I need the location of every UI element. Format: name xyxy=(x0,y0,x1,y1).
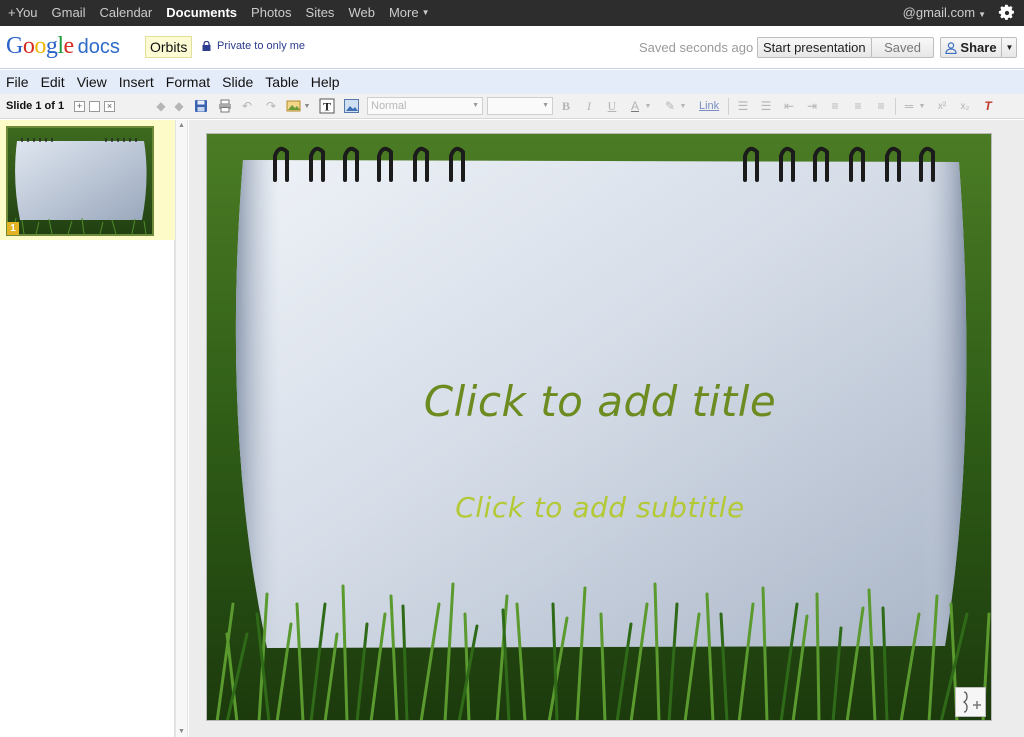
highlight-dropdown-icon[interactable]: ▼ xyxy=(678,97,688,115)
caret-down-icon: ▼ xyxy=(978,10,986,19)
image-icon[interactable] xyxy=(342,97,360,115)
redo-icon[interactable]: ↷ xyxy=(262,97,280,115)
share-label: Share xyxy=(960,40,997,55)
print-icon[interactable] xyxy=(216,97,234,115)
menu-format[interactable]: Format xyxy=(160,70,216,94)
nav-sites[interactable]: Sites xyxy=(298,0,341,26)
saved-button[interactable]: Saved xyxy=(871,37,934,58)
toolbar: Slide 1 of 1 + × ◆ ◆ ↶ ↷ ▼ T Normal ▼ ▼ … xyxy=(0,94,1024,119)
logo-docs-word: docs xyxy=(77,36,120,58)
nav-calendar[interactable]: Calendar xyxy=(91,0,158,26)
move-slide-down-icon[interactable]: ◆ xyxy=(170,97,188,115)
duplicate-slide-icon[interactable] xyxy=(89,101,100,112)
slide-number-badge: 1 xyxy=(7,222,19,235)
nav-gmail[interactable]: Gmail xyxy=(44,0,92,26)
slide-background-image xyxy=(207,134,991,720)
nav-more-label: More xyxy=(388,4,419,20)
account-email: @gmail.com xyxy=(902,5,976,20)
line-spacing-icon[interactable]: ═ xyxy=(900,97,918,115)
subscript-icon[interactable]: x₂ xyxy=(956,97,974,115)
delete-slide-icon[interactable]: × xyxy=(104,101,115,112)
nav-documents[interactable]: Documents xyxy=(158,0,243,26)
align-right-icon[interactable]: ≡ xyxy=(872,97,890,115)
nav-photos[interactable]: Photos xyxy=(243,0,297,26)
scroll-down-icon[interactable]: ▼ xyxy=(178,728,185,735)
menu-help[interactable]: Help xyxy=(305,70,346,94)
scroll-up-icon[interactable]: ▲ xyxy=(178,122,185,129)
move-slide-up-icon[interactable]: ◆ xyxy=(152,97,170,115)
privacy-label: Private to only me xyxy=(217,40,306,52)
numbered-list-icon[interactable]: ☰ xyxy=(734,97,752,115)
gear-icon[interactable] xyxy=(998,4,1016,22)
slide-thumbnail-preview xyxy=(8,128,152,234)
italic-icon[interactable]: I xyxy=(580,97,598,115)
docs-header: Google docs Orbits Private to only me Sav… xyxy=(0,26,1024,69)
align-left-icon[interactable]: ≡ xyxy=(826,97,844,115)
menu-insert[interactable]: Insert xyxy=(113,70,160,94)
text-color-icon[interactable]: A xyxy=(626,97,644,115)
bold-icon[interactable]: B xyxy=(557,97,575,115)
highlight-color-icon[interactable]: ✎ xyxy=(661,97,679,115)
paragraph-style-value: Normal xyxy=(371,100,407,112)
slide-title-placeholder[interactable]: Click to add title xyxy=(207,377,991,426)
caret-down-icon: ▼ xyxy=(421,8,430,18)
menu-view[interactable]: View xyxy=(71,70,113,94)
document-title[interactable]: Orbits xyxy=(145,36,193,58)
clear-formatting-icon[interactable]: T xyxy=(979,97,997,115)
insert-image-menu-icon[interactable] xyxy=(285,97,303,115)
google-bar-nav: +You Gmail Calendar Documents Photos Sit… xyxy=(0,0,435,26)
align-center-icon[interactable]: ≡ xyxy=(849,97,867,115)
slide-counter: Slide 1 of 1 xyxy=(6,100,65,112)
new-slide-icon[interactable]: + xyxy=(74,101,85,112)
google-bar: +You Gmail Calendar Documents Photos Sit… xyxy=(0,0,1024,26)
svg-text:T: T xyxy=(323,100,331,114)
superscript-icon[interactable]: x² xyxy=(933,97,951,115)
share-main[interactable]: Share xyxy=(941,38,1001,57)
increase-indent-icon[interactable]: ⇥ xyxy=(803,97,821,115)
insert-dropdown-icon[interactable]: ▼ xyxy=(302,97,312,115)
slide-filmstrip: 1 xyxy=(0,120,175,737)
share-button[interactable]: Share ▼ xyxy=(940,37,1017,58)
speaker-notes-toggle-icon[interactable] xyxy=(955,687,986,717)
bulleted-list-icon[interactable]: ☰ xyxy=(757,97,775,115)
slide-subtitle-placeholder[interactable]: Click to add subtitle xyxy=(207,491,991,524)
paragraph-style-select[interactable]: Normal ▼ xyxy=(367,97,483,115)
privacy-setting[interactable]: Private to only me xyxy=(202,40,305,52)
google-docs-logo[interactable]: Google docs xyxy=(6,33,120,60)
undo-icon[interactable]: ↶ xyxy=(238,97,256,115)
save-status: Saved seconds ago xyxy=(639,40,754,55)
start-presentation-button[interactable]: Start presentation xyxy=(757,37,872,58)
toolbar-divider xyxy=(895,98,896,115)
toolbar-divider xyxy=(728,98,729,115)
decrease-indent-icon[interactable]: ⇤ xyxy=(780,97,798,115)
link-button[interactable]: Link xyxy=(699,100,719,112)
menu-edit[interactable]: Edit xyxy=(35,70,71,94)
nav-more[interactable]: More ▼ xyxy=(381,0,436,26)
font-select[interactable]: ▼ xyxy=(487,97,553,115)
slide-thumbnail[interactable] xyxy=(6,126,154,236)
text-box-icon[interactable]: T xyxy=(318,97,336,115)
chevron-down-icon: ▼ xyxy=(472,102,479,109)
save-icon[interactable] xyxy=(192,97,210,115)
chevron-down-icon: ▼ xyxy=(542,102,549,109)
lock-icon xyxy=(202,41,211,51)
menu-file[interactable]: File xyxy=(0,70,35,94)
menu-table[interactable]: Table xyxy=(259,70,304,94)
account-menu[interactable]: @gmail.com ▼ xyxy=(903,0,986,28)
nav-web[interactable]: Web xyxy=(340,0,381,26)
slide-canvas[interactable]: Click to add title Click to add subtitle xyxy=(206,133,992,721)
text-color-dropdown-icon[interactable]: ▼ xyxy=(643,97,653,115)
line-spacing-dropdown-icon[interactable]: ▼ xyxy=(917,97,927,115)
menu-slide[interactable]: Slide xyxy=(216,70,259,94)
nav-plus-you[interactable]: +You xyxy=(0,0,44,26)
person-icon xyxy=(945,41,958,54)
slide-thumbnail-row[interactable]: 1 xyxy=(0,120,175,240)
underline-icon[interactable]: U xyxy=(603,97,621,115)
menu-bar: File Edit View Insert Format Slide Table… xyxy=(0,70,1024,94)
share-dropdown-icon[interactable]: ▼ xyxy=(1001,38,1017,57)
slide-editor: Click to add title Click to add subtitle xyxy=(189,120,1024,737)
logo-google: Google xyxy=(6,33,74,59)
filmstrip-scrollbar[interactable]: ▲ ▼ xyxy=(175,120,188,737)
